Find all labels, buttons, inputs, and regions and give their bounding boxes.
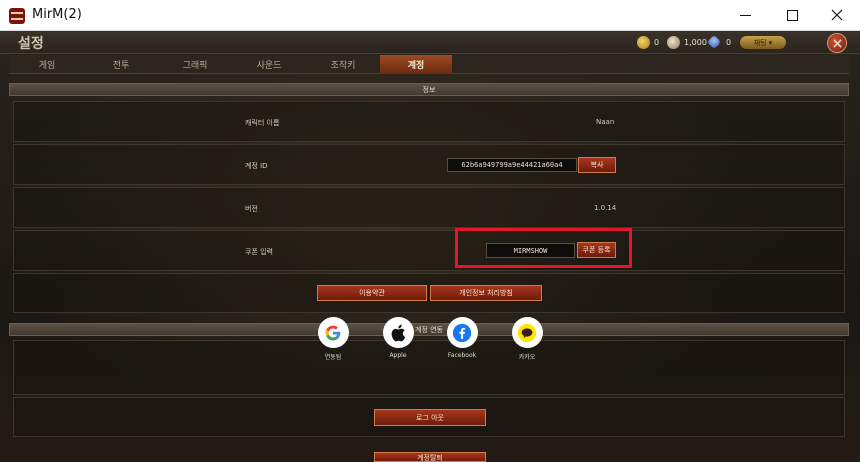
minimize-icon <box>739 14 751 16</box>
gold-counter: 0 <box>637 35 659 49</box>
close-button[interactable] <box>814 0 860 30</box>
silver-value: 1,000 <box>684 37 707 47</box>
kakao-label: 카카오 <box>518 354 536 361</box>
minimize-button[interactable] <box>722 0 768 30</box>
terms-button[interactable]: 이용약관 <box>317 285 427 301</box>
gold-value: 0 <box>654 37 660 47</box>
settings-panel: 설정 0 1,000 0 채팅 ▾ 게임 전투 그래픽 사운드 조작키 계정 정… <box>0 31 860 462</box>
tab-bar: 게임 전투 그래픽 사운드 조작키 계정 <box>9 55 849 74</box>
kakao-button[interactable] <box>511 317 543 348</box>
gem-icon <box>706 34 722 50</box>
google-icon <box>325 325 341 340</box>
panel-title: 설정 <box>18 36 44 52</box>
account-id-field[interactable]: 62b6a949799a9e44421a60a4 <box>447 158 577 172</box>
version-label: 버전 <box>245 205 258 213</box>
gem-counter: 0 <box>706 34 732 50</box>
window-title: MirM(2) <box>32 7 82 22</box>
account-id-label: 계정 ID <box>245 162 268 170</box>
tab-graphics[interactable]: 그래픽 <box>159 55 231 74</box>
character-name-label: 캐릭터 이름 <box>245 119 280 127</box>
maximize-icon <box>786 9 798 21</box>
version-row: 버전 1.0.14 <box>13 187 845 228</box>
apple-button[interactable] <box>382 317 414 348</box>
tab-controls[interactable]: 조작키 <box>307 55 379 74</box>
panel-header: 설정 0 1,000 0 채팅 ▾ <box>0 31 860 54</box>
tab-combat[interactable]: 전투 <box>85 55 157 74</box>
delete-account-button[interactable]: 계정탈퇴 <box>374 452 486 462</box>
facebook-icon <box>452 323 472 342</box>
character-name-row: 캐릭터 이름 Naan <box>13 101 845 142</box>
close-icon <box>831 9 843 21</box>
facebook-label: Facebook <box>447 352 477 359</box>
highlight-box <box>455 228 632 268</box>
kakao-icon <box>517 323 537 342</box>
social-row <box>13 340 845 395</box>
character-name-value: Naan <box>596 118 615 126</box>
close-icon <box>832 38 842 48</box>
tab-sound[interactable]: 사운드 <box>233 55 305 74</box>
silver-icon <box>667 35 680 49</box>
google-label: 연동됨 <box>324 354 342 361</box>
google-link[interactable]: 연동됨 <box>313 317 353 361</box>
app-window: MirM(2) 설정 0 1,000 0 채팅 ▾ 게임 전투 그래픽 사운드 … <box>0 0 860 462</box>
apple-icon <box>391 324 406 341</box>
account-link-section-header: 계정 연동 <box>9 323 849 336</box>
facebook-link[interactable]: Facebook <box>442 317 482 359</box>
privacy-button[interactable]: 개인정보 처리방침 <box>430 285 542 301</box>
tab-game[interactable]: 게임 <box>11 55 83 74</box>
maximize-button[interactable] <box>769 0 815 30</box>
copy-button[interactable]: 복사 <box>578 157 616 173</box>
chat-dropdown[interactable]: 채팅 ▾ <box>740 36 786 49</box>
gem-value: 0 <box>726 37 732 47</box>
panel-close-button[interactable] <box>827 33 847 53</box>
facebook-button[interactable] <box>446 317 478 348</box>
info-section-header: 정보 <box>9 83 849 96</box>
apple-link[interactable]: Apple <box>378 317 418 359</box>
account-id-row: 계정 ID 62b6a949799a9e44421a60a4 복사 <box>13 144 845 185</box>
coupon-label: 쿠폰 입력 <box>245 248 273 256</box>
gold-icon <box>637 35 650 49</box>
google-button[interactable] <box>317 317 349 348</box>
kakao-link[interactable]: 카카오 <box>507 317 547 361</box>
version-value: 1.0.14 <box>594 204 617 212</box>
app-icon <box>9 8 25 24</box>
apple-label: Apple <box>389 352 407 359</box>
policy-row <box>13 273 845 313</box>
tab-account[interactable]: 계정 <box>380 55 452 74</box>
logout-button[interactable]: 로그 아웃 <box>374 409 486 426</box>
silver-counter: 1,000 <box>667 35 707 49</box>
coupon-row: 쿠폰 입력 <box>13 230 845 271</box>
title-bar: MirM(2) <box>0 0 860 31</box>
